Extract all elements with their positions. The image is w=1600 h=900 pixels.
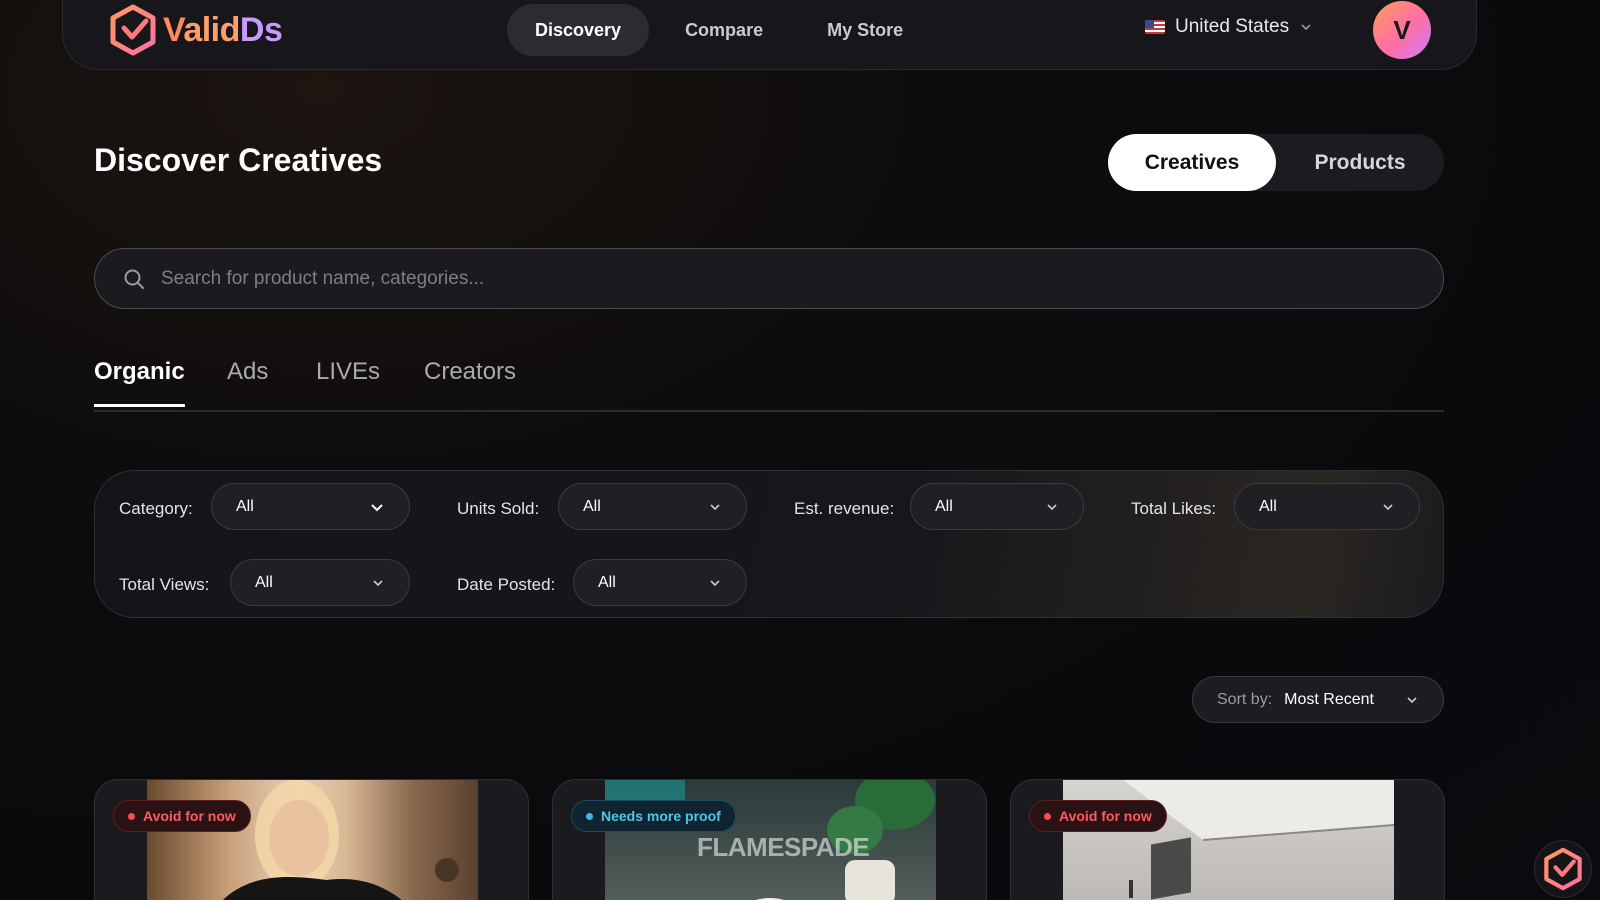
- user-avatar[interactable]: V: [1373, 1, 1431, 59]
- sort-label: Sort by:: [1217, 690, 1273, 708]
- watermark-text: FLAMESPADE: [697, 832, 870, 862]
- chevron-down-icon: [1407, 696, 1417, 703]
- nav-tab-my-store[interactable]: My Store: [799, 4, 931, 56]
- sort-value: Most Recent: [1284, 690, 1374, 708]
- status-badge-label: Avoid for now: [143, 808, 236, 824]
- status-badge: Needs more proof: [571, 800, 736, 832]
- room-interior-icon: [1123, 780, 1395, 900]
- creative-card[interactable]: Avoid for now: [94, 779, 529, 900]
- status-dot-icon: [586, 812, 593, 820]
- page-title: Discover Creatives: [94, 142, 383, 178]
- chevron-down-icon: [710, 579, 720, 586]
- total-views-select[interactable]: All: [230, 559, 410, 606]
- total-likes-value: All: [1259, 497, 1277, 515]
- main-nav-tabs: Discovery Compare My Store: [507, 4, 931, 56]
- filter-panel: Category: All Units Sold: All Est. reven…: [94, 470, 1444, 618]
- date-posted-value: All: [598, 573, 616, 591]
- est-revenue-value: All: [935, 497, 953, 515]
- creatives-products-toggle: Creatives Products: [1108, 134, 1444, 191]
- validds-logo-icon: [1544, 847, 1582, 891]
- date-posted-label: Date Posted:: [457, 575, 556, 594]
- chevron-down-icon: [373, 579, 383, 586]
- woman-figure-icon: [222, 780, 459, 900]
- chevron-down-icon: [1383, 503, 1393, 510]
- category-label: Category:: [119, 499, 193, 518]
- est-revenue-select[interactable]: All: [910, 483, 1084, 530]
- chevron-down-icon: [1301, 24, 1311, 31]
- chevron-down-icon: [371, 503, 383, 511]
- total-likes-select[interactable]: All: [1234, 483, 1420, 530]
- status-badge-label: Avoid for now: [1059, 808, 1152, 824]
- status-badge-label: Needs more proof: [601, 808, 721, 824]
- creative-thumbnail: FLAMESPADE: [605, 780, 936, 900]
- status-dot-icon: [1044, 812, 1051, 820]
- search-bar: [94, 248, 1444, 309]
- search-input[interactable]: [161, 267, 1443, 290]
- total-views-label: Total Views:: [119, 575, 210, 594]
- sort-dropdown[interactable]: Sort by: Most Recent: [1192, 676, 1444, 723]
- est-revenue-label: Est. revenue:: [794, 499, 895, 518]
- creative-thumbnail: [1063, 780, 1395, 900]
- status-badge: Avoid for now: [1029, 800, 1167, 832]
- nav-tab-compare[interactable]: Compare: [657, 4, 791, 56]
- status-badge: Avoid for now: [113, 800, 251, 832]
- top-nav: ValidDs Discovery Compare My Store Unite…: [62, 0, 1477, 70]
- units-sold-label: Units Sold:: [457, 499, 540, 518]
- creative-card[interactable]: Avoid for now: [1010, 779, 1445, 900]
- creative-thumbnail: [147, 780, 478, 900]
- tab-creators[interactable]: Creators: [424, 358, 516, 404]
- chevron-down-icon: [1047, 503, 1057, 510]
- tab-organic[interactable]: Organic: [94, 358, 185, 407]
- search-icon: [124, 269, 144, 289]
- validds-logo-icon: [110, 4, 156, 56]
- country-label: United States: [1175, 16, 1290, 37]
- us-flag-icon: [1145, 20, 1165, 34]
- segment-creatives[interactable]: Creatives: [1108, 134, 1276, 191]
- content-tabs: Organic Ads LIVEs Creators: [94, 354, 1444, 412]
- date-posted-select[interactable]: All: [573, 559, 747, 606]
- total-views-value: All: [255, 573, 273, 591]
- creative-card[interactable]: Needs more proof FLAMESPADE: [552, 779, 987, 900]
- status-dot-icon: [128, 812, 135, 820]
- category-value: All: [236, 497, 254, 515]
- chevron-down-icon: [710, 503, 720, 510]
- tab-lives[interactable]: LIVEs: [316, 358, 380, 404]
- floating-brand-button[interactable]: [1534, 840, 1592, 898]
- brand-logo[interactable]: ValidDs: [109, 4, 283, 56]
- nav-tab-discovery[interactable]: Discovery: [507, 4, 650, 56]
- category-select[interactable]: All: [211, 483, 410, 530]
- country-selector[interactable]: United States: [1145, 16, 1313, 38]
- tab-ads[interactable]: Ads: [227, 358, 268, 404]
- total-likes-label: Total Likes:: [1131, 499, 1217, 518]
- units-sold-select[interactable]: All: [558, 483, 747, 530]
- brand-name: ValidDs: [163, 10, 283, 49]
- units-sold-value: All: [583, 497, 601, 515]
- segment-products[interactable]: Products: [1276, 134, 1444, 191]
